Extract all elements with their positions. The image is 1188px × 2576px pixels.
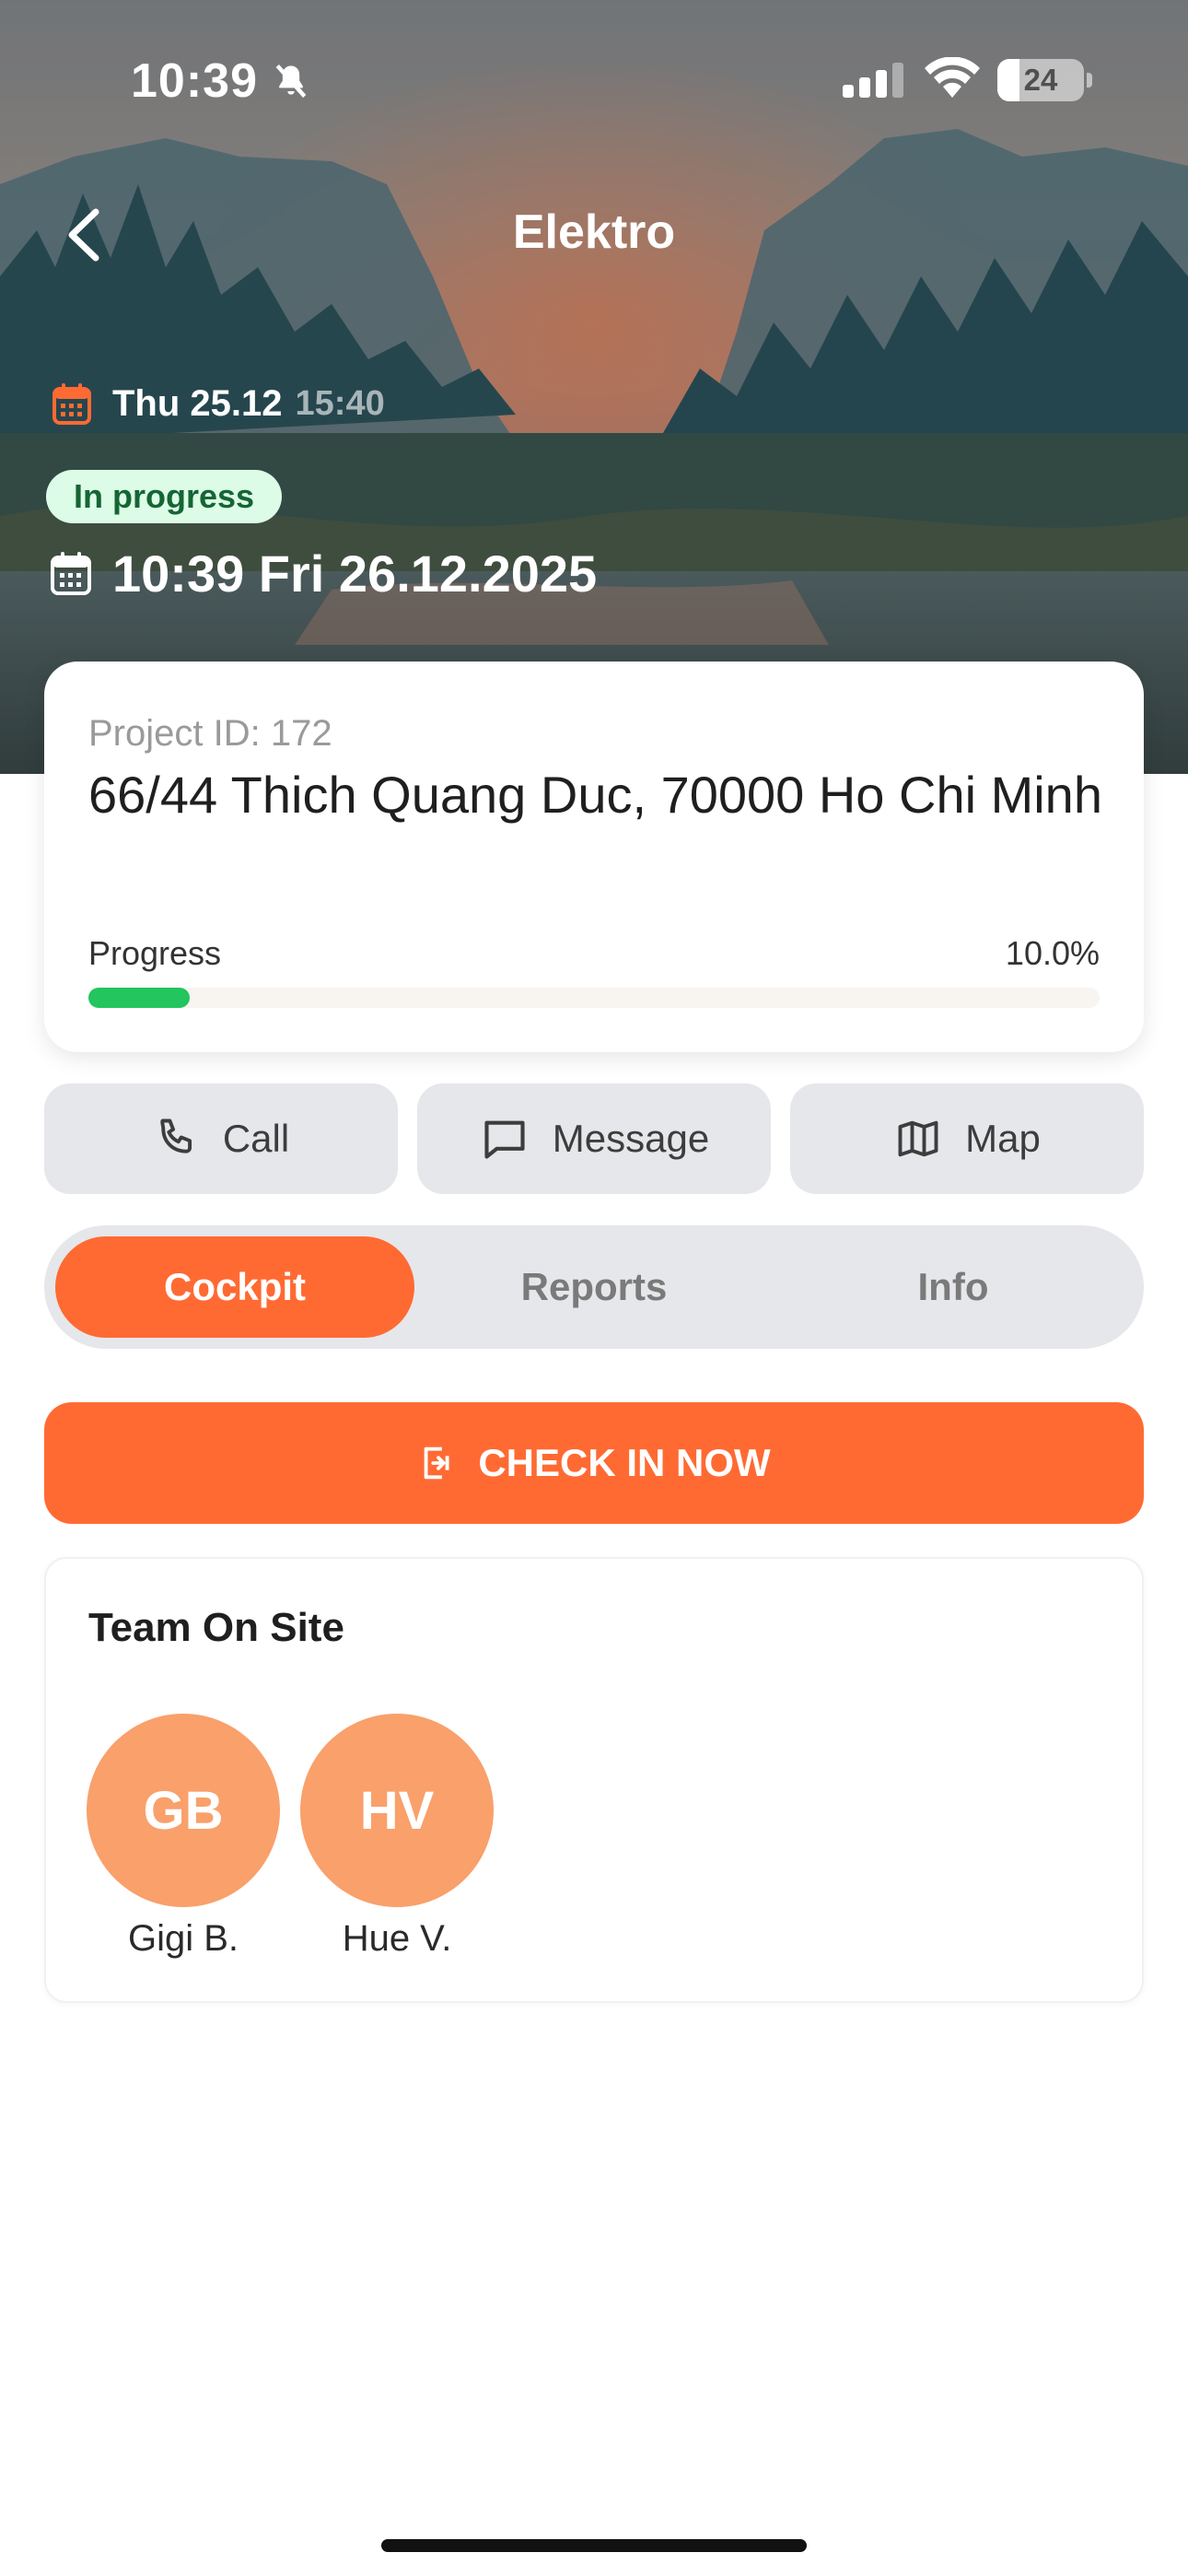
wifi-icon [925,57,980,98]
project-card: Project ID: 172 66/44 Thich Quang Duc, 7… [44,662,1144,1052]
message-button-label: Message [552,1117,710,1160]
check-in-icon [424,1446,449,1480]
tab-cockpit[interactable]: Cockpit [55,1236,414,1338]
phone-icon [160,1118,192,1153]
member-name: Gigi B. [127,1918,239,1959]
team-on-site-card: Team On Site GB Gigi B. HV Hue V. [44,1557,1144,2003]
tab-reports[interactable]: Reports [414,1236,774,1338]
map-icon [898,1120,938,1157]
status-bar: 10:39 24 [0,0,1188,157]
calendar-icon [52,383,91,425]
message-button[interactable]: Message [417,1083,771,1194]
progress-label: Progress [88,934,222,972]
start-date: Thu 25.12 [112,382,283,424]
map-button-label: Map [965,1117,1041,1160]
avatar: HV [300,1714,494,1907]
start-time: 15:40 [295,383,385,423]
member-name: Hue V. [342,1918,452,1959]
team-member[interactable]: GB Gigi B. [87,1714,280,1962]
status-badge: In progress [46,470,283,523]
avatar: GB [87,1714,280,1907]
due-datetime: 10:39 Fri 26.12.2025 [112,544,598,603]
progress-bar-fill [88,988,190,1008]
page-title: Elektro [512,205,676,259]
team-member[interactable]: HV Hue V. [300,1714,494,1962]
progress-value: 10.0% [1005,934,1100,972]
battery-indicator: 24 [997,59,1084,101]
message-icon [484,1120,525,1159]
project-id: Project ID: 172 [88,713,332,754]
call-button-label: Call [222,1117,290,1160]
home-indicator [381,2539,807,2552]
status-time: 10:39 [131,54,258,108]
calendar-icon [51,552,91,595]
check-in-button[interactable]: CHECK IN NOW [44,1402,1144,1524]
tab-info[interactable]: Info [774,1236,1133,1338]
team-title: Team On Site [88,1605,344,1650]
progress-bar [88,988,1100,1008]
silent-bell-icon [275,64,307,98]
signal-icon [843,63,903,98]
due-date-row: 10:39 Fri 26.12.2025 [50,542,597,604]
call-button[interactable]: Call [44,1083,398,1194]
start-date-row: Thu 25.12 15:40 [52,376,385,431]
battery-level: 24 [1023,63,1058,97]
action-buttons: Call Message Map [44,1083,1144,1194]
check-in-label: CHECK IN NOW [478,1441,771,1484]
project-address: 66/44 Thich Quang Duc, 70000 Ho Chi Minh [88,766,1102,824]
map-button[interactable]: Map [790,1083,1144,1194]
tab-bar: Cockpit Reports Info [44,1225,1144,1349]
